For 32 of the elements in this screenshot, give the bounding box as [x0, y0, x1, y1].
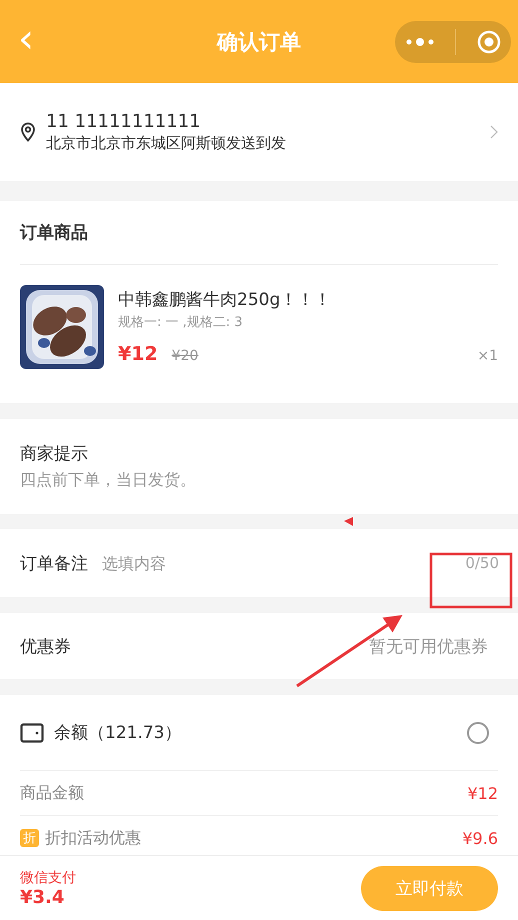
location-pin-icon	[20, 122, 36, 142]
payment-method: 微信支付	[20, 868, 77, 886]
note-label: 订单备注	[20, 552, 88, 574]
tip-text: 四点前下单，当日发货。	[20, 470, 197, 491]
coupon-label: 优惠券	[20, 636, 71, 658]
marker-triangle-icon	[344, 517, 353, 526]
chevron-right-icon	[490, 125, 498, 139]
section-title: 订单商品	[20, 201, 498, 265]
product-specs: 规格一: 一 ,规格二: 3	[118, 314, 244, 331]
coupon-row[interactable]: 优惠券 暂无可用优惠券	[0, 613, 518, 679]
summary-amount: ¥9.6	[462, 828, 498, 848]
char-counter: 0/50	[465, 554, 499, 572]
quantity-text: ×1	[477, 348, 498, 364]
address-text: 北京市北京市东城区阿斯顿发送到发	[46, 134, 287, 153]
wallet-icon	[20, 722, 44, 744]
tip-label: 商家提示	[20, 443, 89, 465]
address-card[interactable]: 11 11111111111 北京市北京市东城区阿斯顿发送到发	[0, 83, 518, 181]
discount-badge: 折	[20, 829, 39, 847]
summary-amount: ¥12	[467, 784, 498, 802]
total-amount: ¥3.4	[20, 886, 66, 908]
contact-text: 11 11111111111	[46, 111, 202, 132]
original-price: ¥20	[172, 348, 198, 364]
summary-label: 折扣活动优惠	[45, 828, 142, 848]
summary-label: 商品金额	[20, 782, 85, 804]
price-text: ¥12	[118, 343, 158, 365]
balance-radio[interactable]	[467, 722, 489, 744]
coupon-value: 暂无可用优惠券	[369, 636, 488, 658]
balance-label: 余额（121.73）	[54, 722, 182, 744]
page-title: 确认订单	[215, 28, 302, 56]
more-icon[interactable]	[405, 36, 436, 48]
close-icon[interactable]	[476, 30, 501, 54]
product-name: 中韩鑫鹏酱牛肉250g！！！	[118, 289, 332, 311]
